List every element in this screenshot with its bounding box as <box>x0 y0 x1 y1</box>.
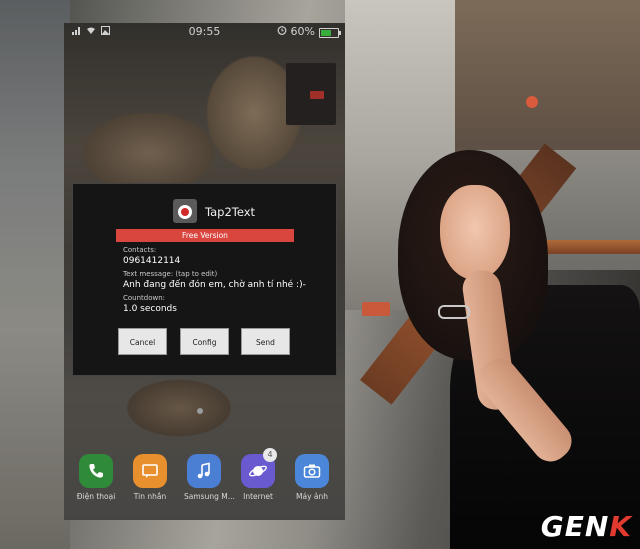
dialog-title: Tap2Text <box>205 205 256 219</box>
contacts-label: Contacts: <box>123 246 157 254</box>
config-button[interactable]: Config <box>180 328 229 355</box>
message-icon <box>133 454 167 488</box>
background-sign <box>362 302 390 316</box>
send-button[interactable]: Send <box>241 328 290 355</box>
cancel-button[interactable]: Cancel <box>118 328 167 355</box>
background-building-left <box>0 0 70 549</box>
dock-item-phone[interactable]: Điện thoại <box>76 454 116 501</box>
dock-item-camera[interactable]: Máy ảnh <box>292 454 332 501</box>
dock-label: Máy ảnh <box>296 492 328 501</box>
dock-label: Tin nhắn <box>133 492 167 501</box>
tap2text-logo-icon <box>173 199 197 223</box>
message-value[interactable]: Anh đang đến đón em, chờ anh tí nhé :)- <box>123 280 306 290</box>
internet-icon: 4 <box>241 448 277 488</box>
music-icon <box>187 454 221 488</box>
woman-face <box>440 185 510 280</box>
notification-badge: 4 <box>263 448 277 462</box>
message-label: Text message: (tap to edit) <box>123 270 218 278</box>
dock-item-music[interactable]: Samsung M... <box>184 454 235 501</box>
free-version-banner: Free Version <box>116 229 294 242</box>
dock-label: Samsung M... <box>184 492 235 501</box>
countdown-value: 1.0 seconds <box>123 304 177 314</box>
dock-item-internet[interactable]: 4 Internet <box>238 448 278 501</box>
camera-icon <box>295 454 329 488</box>
tap2text-dialog: Tap2Text Free Version Contacts: 09614121… <box>72 183 337 376</box>
genk-logo: GENK <box>540 510 632 543</box>
phone-screen: 09:55 60% Tap2Text Free Version Contacts… <box>64 23 345 520</box>
phone-icon <box>79 454 113 488</box>
countdown-label: Countdown: <box>123 294 166 302</box>
dock-label: Điện thoại <box>76 492 116 501</box>
bracelet <box>438 305 470 319</box>
background-light <box>526 96 538 108</box>
dock-label: Internet <box>243 492 273 501</box>
contacts-value: 0961412114 <box>123 256 181 266</box>
dock-item-messages[interactable]: Tin nhắn <box>130 454 170 501</box>
